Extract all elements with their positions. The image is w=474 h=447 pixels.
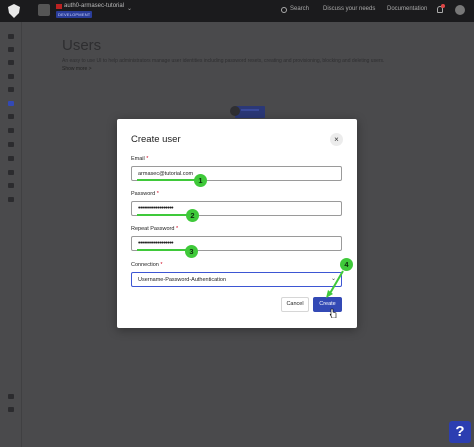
notification-dot [441,4,445,8]
step-badge-2: 2 [186,209,199,222]
sidebar-item-get-started[interactable] [8,394,14,399]
help-icon[interactable]: ? [449,421,471,443]
password-highlight [137,214,187,216]
sidebar-item-branding[interactable] [8,114,14,119]
connection-select[interactable]: Username-Password-Authentication [131,272,342,287]
sidebar-item-security[interactable] [8,128,14,133]
discuss-needs-link[interactable]: Discuss your needs [323,6,375,12]
top-bar: auth0-armasec-tutorial ⌄ DEVELOPMENT Sea… [0,0,474,22]
sidebar-item-applications[interactable] [8,47,14,52]
step-badge-3: 3 [185,245,198,258]
environment-badge: DEVELOPMENT [56,11,93,18]
repeat-password-highlight [137,249,187,251]
connection-label: Connection * [131,262,163,268]
tenant-name[interactable]: auth0-armasec-tutorial [64,3,124,9]
email-highlight [137,179,195,181]
cancel-button[interactable]: Cancel [281,297,309,312]
dialog-title: Create user [131,134,181,145]
repeat-password-label: Repeat Password * [131,226,179,232]
auth0-logo-icon[interactable] [8,4,20,18]
sidebar-item-feedback[interactable] [8,407,14,412]
page-title: Users [62,37,102,54]
cursor-icon [329,308,337,318]
create-user-dialog: Create user × Email * armasec@tutorial.c… [117,119,357,328]
sidebar-item-user-management[interactable] [8,87,14,92]
sidebar [0,22,22,447]
avatar[interactable] [455,5,465,15]
documentation-link[interactable]: Documentation [387,6,427,12]
arrow-icon [326,270,344,298]
sidebar-item-settings[interactable] [8,197,14,202]
sidebar-item-marketplace[interactable] [8,170,14,175]
sidebar-item-extensions[interactable] [8,183,14,188]
sidebar-item-monitoring[interactable] [8,156,14,161]
flag-icon [56,4,62,9]
sidebar-item-activity[interactable] [8,34,14,39]
sidebar-item-actions[interactable] [8,142,14,147]
tenant-avatar[interactable] [38,4,50,16]
password-label: Password * [131,191,159,197]
show-more-link[interactable]: Show more > [62,66,92,72]
search-button[interactable]: Search [290,6,309,12]
email-label: Email * [131,156,149,162]
page-description: An easy to use UI to help administrators… [62,58,385,64]
close-icon[interactable]: × [330,133,343,146]
sidebar-item-authentication[interactable] [8,60,14,65]
search-icon[interactable] [281,7,287,13]
users-illustration-icon [230,106,265,118]
sidebar-item-users[interactable] [8,101,14,106]
chevron-down-icon[interactable]: ⌄ [127,5,132,12]
step-badge-1: 1 [194,174,207,187]
sidebar-item-organizations[interactable] [8,74,14,79]
